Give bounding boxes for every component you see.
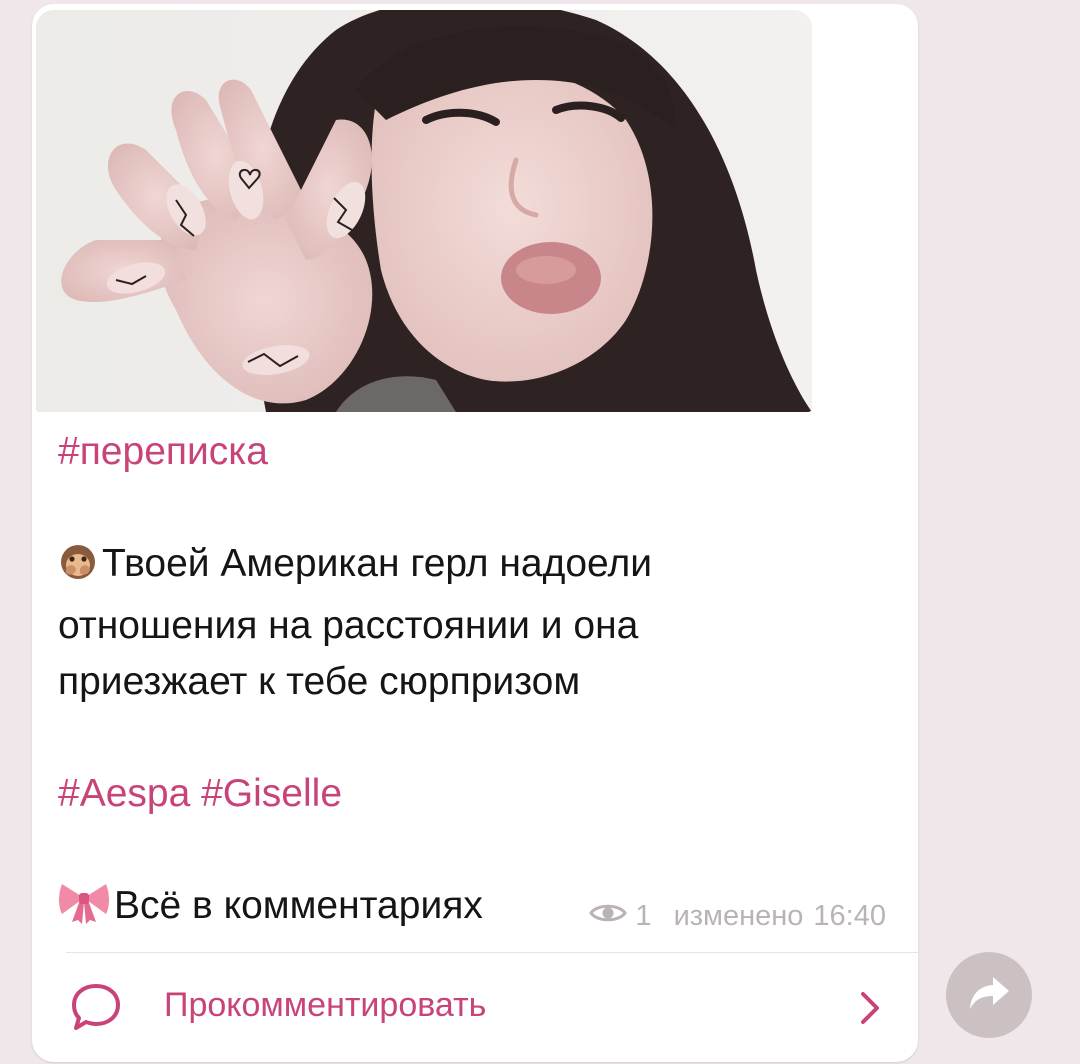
post-meta: 1 изменено 16:40 <box>589 896 886 936</box>
forward-button[interactable] <box>946 952 1032 1038</box>
divider <box>66 952 918 953</box>
comment-bubble-icon <box>70 982 122 1039</box>
post-time: 16:40 <box>813 899 886 932</box>
hashtag-perepiska[interactable]: #переписка <box>58 424 878 480</box>
channel-post-bubble: #переписка Твоей Американ герл надоели о… <box>32 4 918 1062</box>
post-body-line-3: приезжает к тебе сюрпризом <box>58 660 581 703</box>
post-body: Твоей Американ герл надоели отношения на… <box>58 536 878 710</box>
monkey-emoji-icon <box>58 542 98 598</box>
post-text: #переписка Твоей Американ герл надоели о… <box>58 424 878 940</box>
view-count: 1 <box>635 899 652 932</box>
comment-label: Прокомментировать <box>164 986 487 1024</box>
hashtags-aespa-giselle[interactable]: #Aespa #Giselle <box>58 766 878 822</box>
forward-arrow-icon <box>967 973 1011 1018</box>
bow-emoji-icon <box>58 880 110 940</box>
post-photo[interactable] <box>36 10 812 412</box>
chevron-right-icon <box>858 990 882 1031</box>
post-body-line-1: Твоей Американ герл надоели <box>102 542 652 585</box>
comment-button[interactable]: Прокомментировать <box>32 954 918 1062</box>
post-footer-text: Всё в комментариях <box>114 884 483 927</box>
photo-illustration <box>36 10 812 412</box>
edited-label: изменено <box>673 899 804 932</box>
eye-icon <box>589 900 628 933</box>
post-body-line-2: отношения на расстоянии и она <box>58 604 639 647</box>
